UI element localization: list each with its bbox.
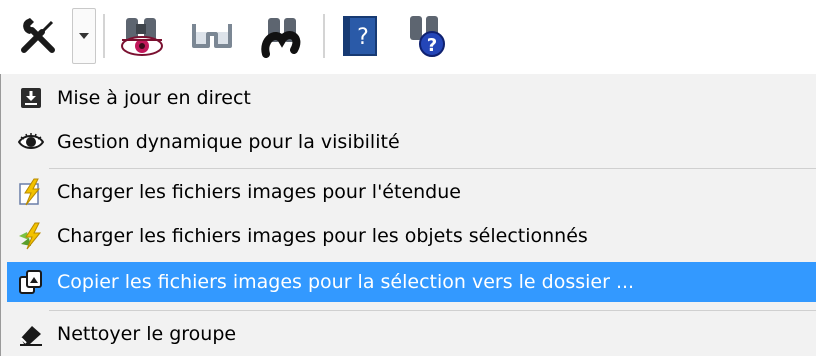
binoculars-help-button[interactable]: ? [396, 8, 456, 64]
lightning-selection-icon [13, 218, 49, 254]
download-icon [13, 80, 49, 116]
toolbar: ? ? [0, 0, 816, 74]
toolbar-separator [323, 14, 325, 58]
menu-separator [49, 310, 816, 311]
menu-item-label: Charger les fichiers images pour les obj… [57, 225, 588, 247]
tools-dropdown-button[interactable] [72, 8, 96, 64]
binoculars-help-icon: ? [402, 14, 450, 58]
binoculars-eye-icon [118, 14, 166, 58]
help-button[interactable]: ? [334, 8, 386, 64]
menu-item-charger-selection[interactable]: Charger les fichiers images pour les obj… [7, 216, 816, 256]
glasses-icon [188, 14, 236, 58]
glasses-button[interactable] [182, 8, 242, 64]
menu-item-label: Mise à jour en direct [57, 87, 251, 109]
menu-item-mise-a-jour[interactable]: Mise à jour en direct [7, 78, 816, 118]
tools-icon [16, 14, 60, 58]
menu-item-charger-etendue[interactable]: Charger les fichiers images pour l'étend… [7, 172, 816, 212]
menu-item-label: Gestion dynamique pour la visibilité [57, 131, 400, 153]
menu-item-label: Nettoyer le groupe [57, 323, 237, 345]
chevron-down-icon [78, 32, 90, 40]
svg-text:?: ? [427, 35, 437, 56]
binoculars-magnet-button[interactable] [252, 8, 312, 64]
copy-images-icon [13, 264, 49, 300]
menu-item-copier-selection[interactable]: Copier les fichiers images pour la sélec… [7, 262, 816, 302]
tools-button[interactable] [6, 8, 70, 64]
lightning-icon [13, 174, 49, 210]
toolbar-separator [103, 14, 105, 58]
eye-icon [13, 124, 49, 160]
help-book-icon: ? [342, 15, 378, 57]
eraser-icon [13, 316, 49, 352]
menu-separator [49, 168, 816, 169]
binoculars-magnet-icon [258, 14, 306, 58]
menu-item-label: Copier les fichiers images pour la sélec… [57, 271, 635, 293]
binoculars-eye-button[interactable] [112, 8, 172, 64]
menu-item-nettoyer-groupe[interactable]: Nettoyer le groupe [7, 314, 816, 354]
svg-text:?: ? [357, 25, 369, 50]
dropdown-menu: Mise à jour en direct Gestion dynamique … [0, 74, 816, 356]
menu-item-gestion-visibilite[interactable]: Gestion dynamique pour la visibilité [7, 122, 816, 162]
menu-item-label: Charger les fichiers images pour l'étend… [57, 181, 461, 203]
